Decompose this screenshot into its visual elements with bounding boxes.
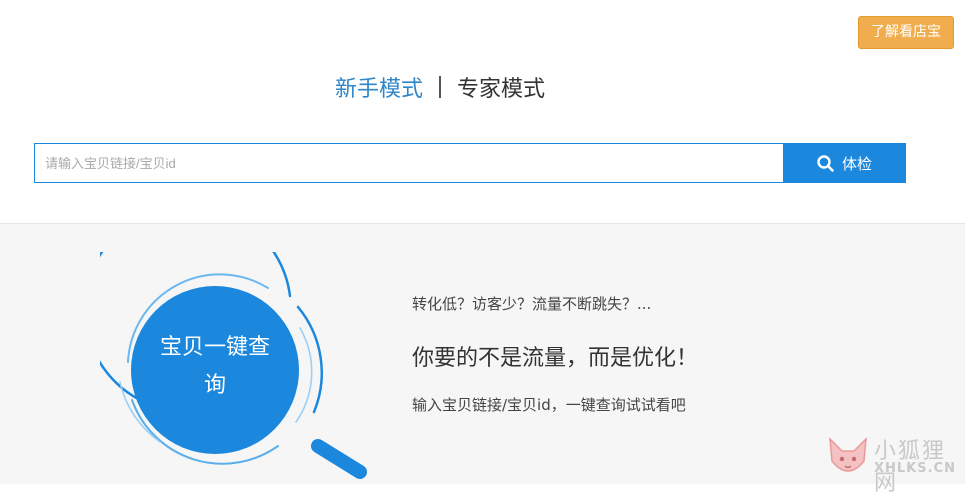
- tab-novice-mode[interactable]: 新手模式: [335, 71, 423, 103]
- promo-text: 转化低？访客少？流量不断跳失？... 你要的不是流量，而是优化！ 输入宝贝链接/…: [412, 293, 698, 415]
- circle-title: 宝贝一键查询: [126, 292, 304, 442]
- magnifier-handle: [311, 439, 367, 479]
- promo-line-instruction: 输入宝贝链接/宝贝id，一键查询试试看吧: [412, 396, 686, 414]
- tab-divider: [439, 76, 442, 98]
- promo-line-questions: 转化低？访客少？流量不断跳失？...: [412, 295, 652, 313]
- tab-expert-mode[interactable]: 专家模式: [457, 71, 545, 103]
- mode-tabs: 新手模式 专家模式: [335, 70, 545, 104]
- promo-line-headline: 你要的不是流量，而是优化！: [412, 346, 699, 371]
- check-button[interactable]: 体检: [783, 143, 906, 183]
- top-section: 了解看店宝 新手模式 专家模式 体检: [0, 0, 965, 223]
- learn-more-button[interactable]: 了解看店宝: [858, 16, 954, 49]
- check-button-label: 体检: [841, 154, 872, 173]
- circle-title-text: 宝贝一键查询: [159, 335, 270, 398]
- watermark-subtitle: XHLKS.CN: [874, 461, 956, 476]
- watermark: 小狐狸网 XHLKS.CN: [826, 433, 962, 496]
- fox-logo-icon: [829, 437, 867, 472]
- search-bar: 体检: [34, 143, 906, 183]
- search-icon: [817, 154, 834, 172]
- search-input[interactable]: [34, 143, 783, 183]
